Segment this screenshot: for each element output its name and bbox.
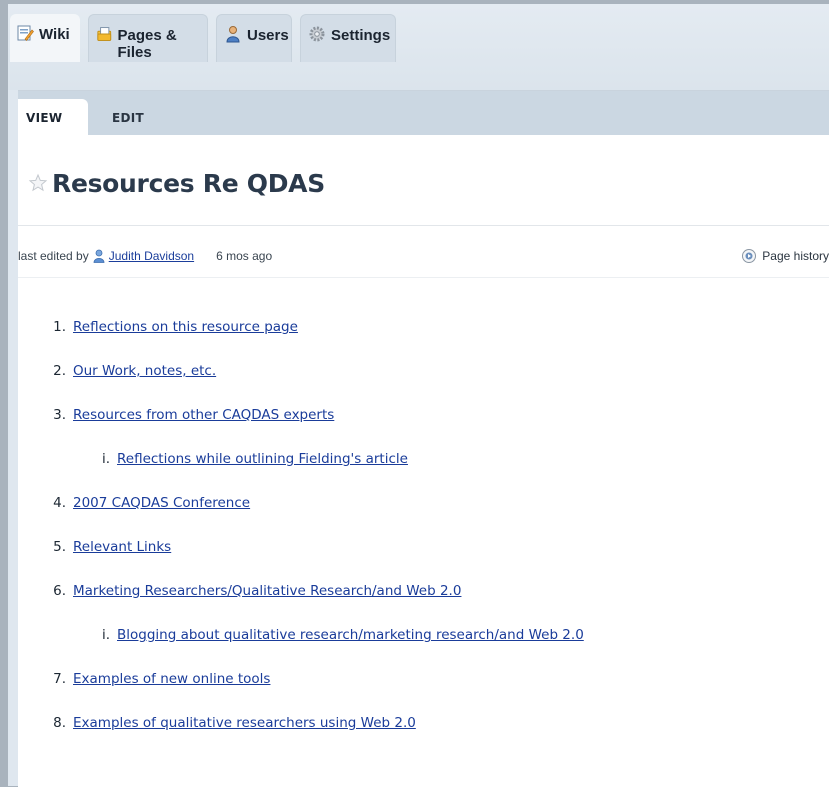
list-number: 7. <box>53 671 66 687</box>
list-subitem: i. Blogging about qualitative research/m… <box>84 625 584 645</box>
page-history-link[interactable]: Page history <box>741 245 829 267</box>
tab-edit[interactable]: EDIT <box>112 99 172 135</box>
tab-settings[interactable]: Settings <box>300 14 396 62</box>
content-panel: VIEW EDIT Resources Re QDAS last edited … <box>18 90 829 787</box>
last-edited-label: last edited by <box>18 249 89 263</box>
list-item: 3. Resources from other CAQDAS experts <box>40 405 334 425</box>
tab-label: Pages & Files <box>117 27 177 61</box>
list-number: 2. <box>53 363 66 379</box>
toc-link[interactable]: Our Work, notes, etc. <box>73 363 216 379</box>
pages-files-icon <box>97 27 112 41</box>
toc-link[interactable]: 2007 CAQDAS Conference <box>73 495 250 511</box>
tab-pages-files[interactable]: Pages & Files <box>88 14 208 62</box>
user-icon <box>93 249 105 263</box>
list-subitem: i. Reflections while outlining Fielding'… <box>84 449 408 469</box>
history-clock-icon <box>742 249 757 263</box>
toc-link[interactable]: Marketing Researchers/Qualitative Resear… <box>73 583 461 599</box>
top-tab-bar: Wiki Pages & Files Users Settings <box>8 4 829 90</box>
users-icon <box>226 26 240 43</box>
list-number: 1. <box>53 319 66 335</box>
tab-users[interactable]: Users <box>216 14 292 62</box>
toc-link[interactable]: Examples of new online tools <box>73 671 270 687</box>
toc-link[interactable]: Reflections while outlining Fielding's a… <box>117 451 408 467</box>
list-number: i. <box>101 627 110 643</box>
tab-label: Wiki <box>39 26 70 43</box>
list-number: 4. <box>53 495 66 511</box>
list-number: 6. <box>53 583 66 599</box>
tab-label: Users <box>247 27 289 44</box>
list-item: 7. Examples of new online tools <box>40 669 270 689</box>
settings-gear-icon <box>309 26 325 42</box>
tab-wiki[interactable]: Wiki <box>10 14 80 62</box>
toc-link[interactable]: Examples of qualitative researchers usin… <box>73 715 416 731</box>
tab-label: Settings <box>331 27 391 44</box>
list-item: 6. Marketing Researchers/Qualitative Res… <box>40 581 461 601</box>
meta-divider <box>18 277 829 278</box>
list-number: 5. <box>53 539 66 555</box>
app-frame: Wiki Pages & Files Users Settings VIEW E… <box>8 4 829 787</box>
list-item: 2. Our Work, notes, etc. <box>40 361 216 381</box>
view-edit-nav: VIEW EDIT <box>18 91 829 135</box>
toc-link[interactable]: Blogging about qualitative research/mark… <box>117 627 584 643</box>
toc-link[interactable]: Reflections on this resource page <box>73 319 298 335</box>
edited-time: 6 mos ago <box>216 249 273 263</box>
list-item: 8. Examples of qualitative researchers u… <box>40 713 416 733</box>
page-title-row: Resources Re QDAS <box>28 163 325 203</box>
list-item: 4. 2007 CAQDAS Conference <box>40 493 250 513</box>
last-edited-info: last edited by Judith Davidson 6 mos ago <box>18 245 272 267</box>
title-divider <box>18 225 829 226</box>
list-number: i. <box>101 451 110 467</box>
page-title: Resources Re QDAS <box>52 168 325 198</box>
list-number: 3. <box>53 407 66 423</box>
favorite-star-icon[interactable] <box>28 173 48 193</box>
toc-link[interactable]: Relevant Links <box>73 539 171 555</box>
page-history-label: Page history <box>762 249 829 263</box>
editor-link[interactable]: Judith Davidson <box>109 249 194 263</box>
toc-link[interactable]: Resources from other CAQDAS experts <box>73 407 334 423</box>
list-item: 1. Reflections on this resource page <box>40 317 298 337</box>
list-item: 5. Relevant Links <box>40 537 171 557</box>
tab-view[interactable]: VIEW <box>18 99 88 135</box>
list-number: 8. <box>53 715 66 731</box>
wiki-page-icon <box>17 25 34 41</box>
